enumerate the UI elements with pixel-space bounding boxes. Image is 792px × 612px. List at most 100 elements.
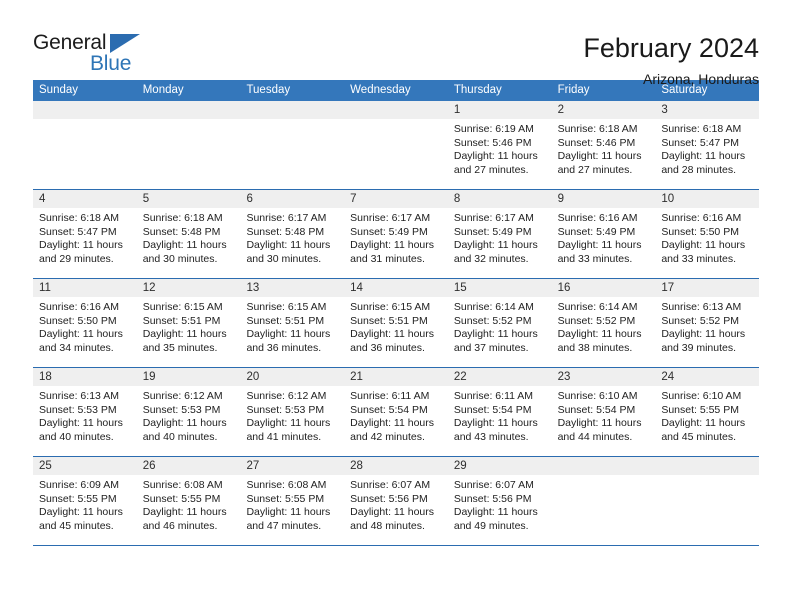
day-cell[interactable]: 8 Sunrise: 6:17 AM Sunset: 5:49 PM Daylight… [447,190,552,278]
sunset-text: Sunset: 5:50 PM [39,314,117,327]
daylight-text-line2: and 42 minutes. [350,430,425,443]
day-cell[interactable]: 27 Sunrise: 6:08 AM Sunset: 5:55 PM Dayligh… [240,457,345,545]
daylight-text-line2: and 36 minutes. [350,341,425,354]
sunset-text: Sunset: 5:50 PM [661,225,739,238]
sunrise-text: Sunrise: 6:13 AM [39,390,119,402]
day-number: 10 [655,190,760,208]
daylight-text-line1: Daylight: 11 hours [142,417,227,430]
daylight-text-line2: and 34 minutes. [39,341,114,354]
day-cell[interactable]: 12 Sunrise: 6:15 AM Sunset: 5:51 PM Dayligh… [136,279,241,367]
day-cell[interactable]: 17 Sunrise: 6:13 AM Sunset: 5:52 PM Dayligh… [655,279,760,367]
day-number: 17 [655,279,760,297]
day-cell[interactable]: 16 Sunrise: 6:14 AM Sunset: 5:52 PM Dayligh… [551,279,656,367]
day-cell[interactable]: 14 Sunrise: 6:15 AM Sunset: 5:51 PM Dayligh… [344,279,448,367]
daylight-text-line1: Daylight: 11 hours [661,239,746,252]
day-number: 25 [33,457,137,475]
daylight-text-line2: and 30 minutes. [142,252,218,265]
day-details: Sunrise: 6:17 AM Sunset: 5:49 PM Daylight:… [448,208,552,266]
daylight-text-line1: Daylight: 11 hours [350,506,435,519]
daylight-text-line1: Daylight: 11 hours [557,150,642,163]
daylight-text-line2: and 48 minutes. [350,519,425,532]
sunrise-text: Sunrise: 6:18 AM [39,212,119,224]
daylight-text-line2: and 38 minutes. [557,341,633,354]
day-details: Sunrise: 6:11 AM Sunset: 5:54 PM Daylight:… [448,386,552,444]
day-cell[interactable]: 1 Sunrise: 6:19 AM Sunset: 5:46 PM Daylight… [447,101,552,189]
day-cell[interactable]: 18 Sunrise: 6:13 AM Sunset: 5:53 PM Dayligh… [33,368,137,456]
day-cell[interactable]: 25 Sunrise: 6:09 AM Sunset: 5:55 PM Dayligh… [33,457,137,545]
daylight-text-line2: and 36 minutes. [246,341,322,354]
calendar-page: General Blue February 2024 Arizona, Hond… [0,0,792,612]
sunrise-text: Sunrise: 6:17 AM [453,212,534,224]
day-number [551,457,656,475]
day-number: 23 [551,368,656,386]
general-blue-logo[interactable]: General Blue [33,32,163,84]
day-number: 22 [447,368,552,386]
day-number: 15 [447,279,552,297]
day-cell[interactable]: 22 Sunrise: 6:11 AM Sunset: 5:54 PM Dayligh… [447,368,552,456]
day-cell[interactable]: 10 Sunrise: 6:16 AM Sunset: 5:50 PM Dayligh… [655,190,760,278]
sunset-text: Sunset: 5:55 PM [39,492,117,505]
daylight-text-line1: Daylight: 11 hours [661,417,746,430]
daylight-text-line2: and 45 minutes. [39,519,114,532]
day-cell[interactable]: 7 Sunrise: 6:17 AM Sunset: 5:49 PM Daylight… [344,190,448,278]
sunset-text: Sunset: 5:55 PM [142,492,221,505]
day-cell[interactable]: 11 Sunrise: 6:16 AM Sunset: 5:50 PM Dayligh… [33,279,137,367]
daylight-text-line1: Daylight: 11 hours [453,417,538,430]
day-cell[interactable]: 3 Sunrise: 6:18 AM Sunset: 5:47 PM Daylight… [655,101,760,189]
day-cell[interactable]: 24 Sunrise: 6:10 AM Sunset: 5:55 PM Dayligh… [655,368,760,456]
day-cell[interactable]: 20 Sunrise: 6:12 AM Sunset: 5:53 PM Dayligh… [240,368,345,456]
day-cell[interactable]: 26 Sunrise: 6:08 AM Sunset: 5:55 PM Dayligh… [136,457,241,545]
week-row: 1 Sunrise: 6:19 AM Sunset: 5:46 PM Daylight… [33,101,760,190]
day-number: 13 [240,279,345,297]
daylight-text-line2: and 43 minutes. [453,430,529,443]
sunset-text: Sunset: 5:49 PM [350,225,428,238]
daylight-text-line2: and 40 minutes. [142,430,218,443]
day-number: 26 [136,457,241,475]
logo-triangle-icon [110,34,140,53]
week-row: 4 Sunrise: 6:18 AM Sunset: 5:47 PM Daylight… [33,190,760,279]
day-cell[interactable]: 2 Sunrise: 6:18 AM Sunset: 5:46 PM Daylight… [551,101,656,189]
day-details: Sunrise: 6:19 AM Sunset: 5:46 PM Daylight:… [448,119,552,177]
daylight-text-line1: Daylight: 11 hours [39,239,123,252]
day-number: 6 [240,190,345,208]
day-cell[interactable]: 4 Sunrise: 6:18 AM Sunset: 5:47 PM Daylight… [33,190,137,278]
sunrise-text: Sunrise: 6:15 AM [350,301,431,313]
day-number [655,457,760,475]
day-details: Sunrise: 6:12 AM Sunset: 5:53 PM Daylight:… [137,386,241,444]
daylight-text-line1: Daylight: 11 hours [557,328,642,341]
day-cell[interactable]: 5 Sunrise: 6:18 AM Sunset: 5:48 PM Daylight… [136,190,241,278]
day-details: Sunrise: 6:16 AM Sunset: 5:49 PM Daylight:… [552,208,656,266]
day-cell[interactable]: 6 Sunrise: 6:17 AM Sunset: 5:48 PM Daylight… [240,190,345,278]
sunrise-text: Sunrise: 6:09 AM [39,479,119,491]
sunrise-text: Sunrise: 6:13 AM [661,301,742,313]
day-cell[interactable]: 29 Sunrise: 6:07 AM Sunset: 5:56 PM Dayligh… [447,457,552,545]
day-number: 20 [240,368,345,386]
daylight-text-line1: Daylight: 11 hours [557,239,642,252]
day-cell[interactable]: 19 Sunrise: 6:12 AM Sunset: 5:53 PM Dayligh… [136,368,241,456]
day-cell[interactable]: 21 Sunrise: 6:11 AM Sunset: 5:54 PM Dayligh… [344,368,448,456]
day-number: 12 [136,279,241,297]
sunrise-text: Sunrise: 6:16 AM [39,301,119,313]
weekday-header-tuesday: Tuesday [246,84,291,96]
day-cell[interactable]: 23 Sunrise: 6:10 AM Sunset: 5:54 PM Dayligh… [551,368,656,456]
day-number: 5 [136,190,241,208]
day-number: 9 [551,190,656,208]
sunrise-text: Sunrise: 6:08 AM [142,479,223,491]
day-cell[interactable]: 28 Sunrise: 6:07 AM Sunset: 5:56 PM Dayligh… [344,457,448,545]
calendar-grid: Sunday Monday Tuesday Wednesday Thursday Frid… [33,80,760,546]
day-cell[interactable]: 9 Sunrise: 6:16 AM Sunset: 5:49 PM Daylight… [551,190,656,278]
sunset-text: Sunset: 5:49 PM [453,225,532,238]
daylight-text-line2: and 45 minutes. [661,430,737,443]
sunset-text: Sunset: 5:55 PM [246,492,325,505]
day-details: Sunrise: 6:08 AM Sunset: 5:55 PM Daylight:… [137,475,241,533]
day-cell[interactable]: 15 Sunrise: 6:14 AM Sunset: 5:52 PM Dayligh… [447,279,552,367]
day-details: Sunrise: 6:10 AM Sunset: 5:54 PM Daylight:… [552,386,656,444]
day-number: 21 [344,368,448,386]
day-cell[interactable]: 13 Sunrise: 6:15 AM Sunset: 5:51 PM Dayligh… [240,279,345,367]
sunrise-text: Sunrise: 6:15 AM [246,301,327,313]
day-details: Sunrise: 6:18 AM Sunset: 5:48 PM Daylight:… [137,208,241,266]
sunrise-text: Sunrise: 6:12 AM [246,390,327,402]
sunset-text: Sunset: 5:56 PM [350,492,428,505]
logo-text-general: General [33,31,107,54]
day-details: Sunrise: 6:14 AM Sunset: 5:52 PM Daylight:… [448,297,552,355]
